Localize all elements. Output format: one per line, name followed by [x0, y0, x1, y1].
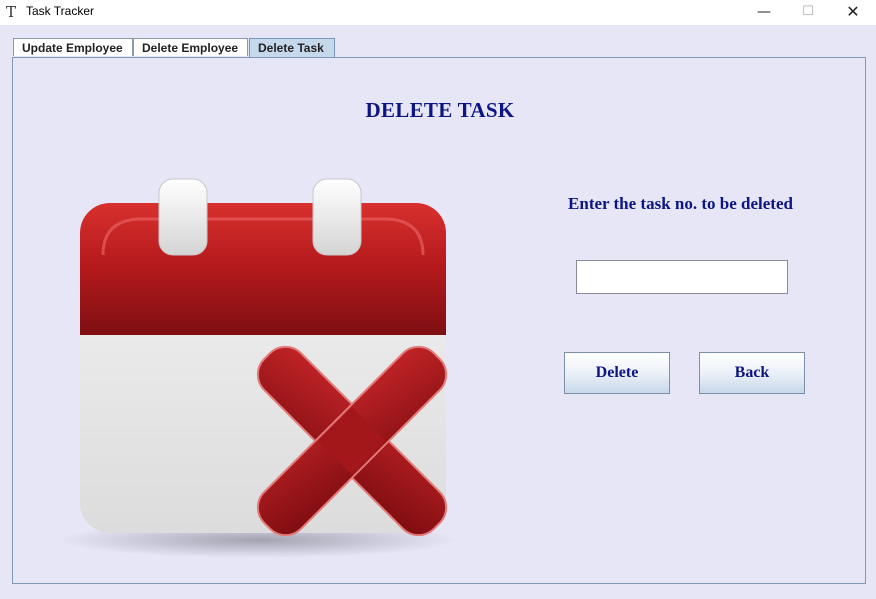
app-icon: T [6, 3, 17, 21]
window-title: Task Tracker [26, 4, 95, 18]
calendar-ring-left [158, 178, 208, 256]
delete-task-panel: DELETE TASK Enter the task no. to be del… [12, 57, 866, 584]
back-button[interactable]: Back [699, 352, 805, 394]
calendar-delete-icon [63, 178, 458, 558]
tab-delete-task[interactable]: Delete Task [249, 38, 335, 57]
tab-update-employee[interactable]: Update Employee [13, 38, 133, 56]
task-number-input[interactable] [576, 260, 788, 294]
calendar-header [80, 203, 446, 335]
calendar-ring-right [312, 178, 362, 256]
maximize-button[interactable]: ☐ [785, 0, 831, 25]
page-title: DELETE TASK [365, 98, 515, 122]
task-number-label: Enter the task no. to be deleted [568, 194, 793, 213]
minimize-button[interactable]: — [741, 0, 787, 25]
close-button[interactable]: ✕ [830, 0, 876, 25]
title-bar: T Task Tracker — ☐ ✕ [0, 0, 876, 25]
delete-button[interactable]: Delete [564, 352, 670, 394]
tab-delete-employee[interactable]: Delete Employee [133, 38, 248, 56]
